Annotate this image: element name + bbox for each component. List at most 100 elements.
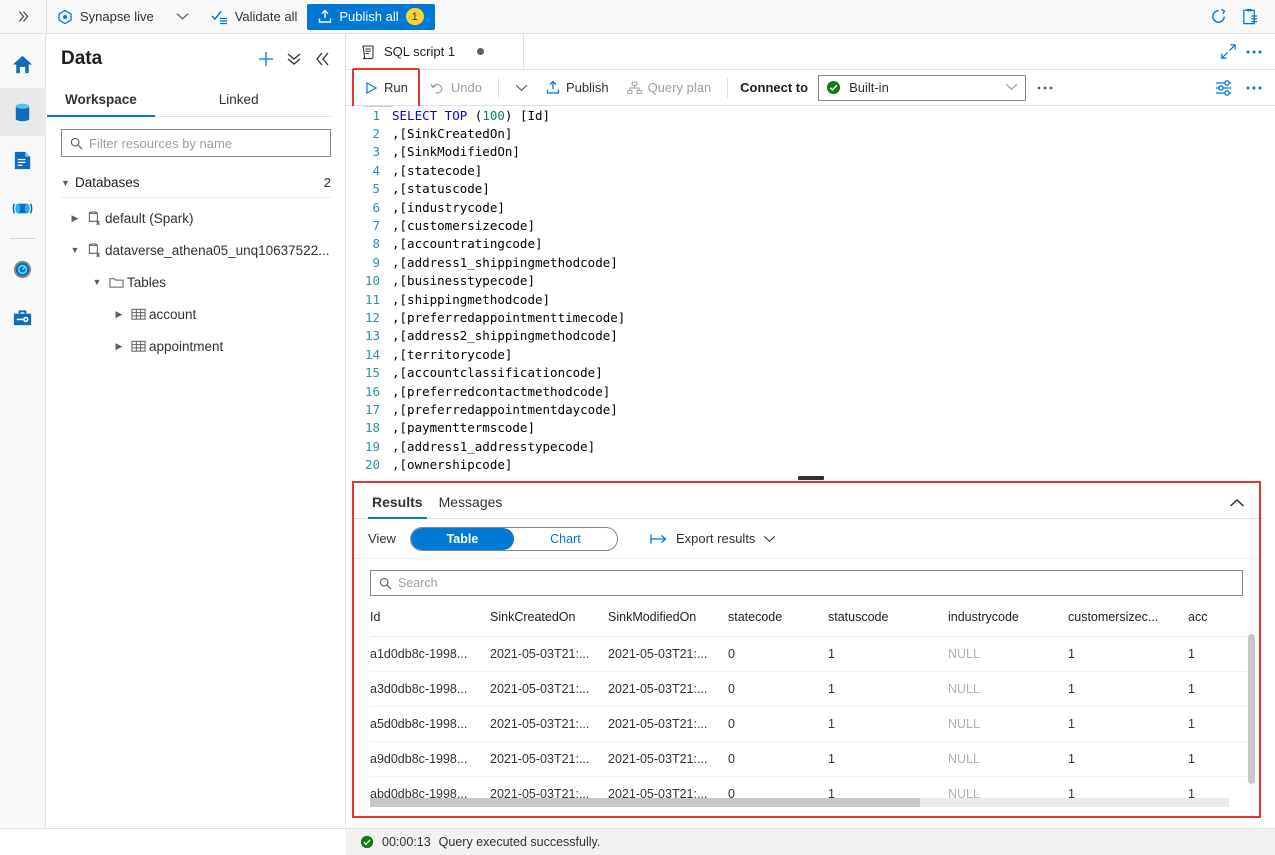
- rail-item-integrate[interactable]: [0, 184, 46, 232]
- resource-tree: ▶ default (Spark) ▼ dataverse_athena05_u…: [47, 202, 345, 362]
- divider: [497, 77, 499, 98]
- scrollbar-thumb[interactable]: [1248, 634, 1255, 784]
- validate-all-button[interactable]: Validate all: [201, 0, 308, 33]
- export-results-label: Export results: [675, 531, 756, 546]
- code-text: ,[preferredappointmenttimecode]: [392, 309, 626, 325]
- collapse-all-button[interactable]: [285, 50, 303, 68]
- chevron-right-icon[interactable]: ▶: [67, 213, 83, 224]
- publish-button[interactable]: Publish: [538, 74, 617, 102]
- column-header-sinkmodifiedon[interactable]: SinkModifiedOn: [608, 596, 728, 637]
- line-number: 15: [364, 365, 380, 381]
- table-row[interactable]: a9d0db8c-1998... 2021-05-03T21:... 2021-…: [370, 741, 1248, 777]
- filter-resources-input[interactable]: Filter resources by name: [61, 129, 331, 157]
- line-number: 9: [372, 254, 380, 270]
- chevron-down-icon: [176, 13, 189, 20]
- editor-overflow-button[interactable]: [1245, 85, 1263, 91]
- tree-item-dataverse-db[interactable]: ▼ dataverse_athena05_unq10637522...: [47, 234, 345, 266]
- code-line: 1 SELECT TOP (100) [Id]: [346, 106, 1275, 124]
- code-text: ,[statuscode]: [392, 181, 490, 197]
- column-header-accountratingcode[interactable]: acc: [1188, 596, 1248, 637]
- publish-all-button[interactable]: Publish all 1: [307, 3, 435, 30]
- undo-button[interactable]: Undo: [422, 74, 490, 102]
- column-header-statuscode[interactable]: statuscode: [828, 596, 948, 637]
- tree-item-table-appointment[interactable]: ▶ appointment: [47, 330, 345, 362]
- rail-item-home[interactable]: [0, 40, 46, 88]
- chevron-right-icon[interactable]: ▶: [111, 341, 127, 352]
- publish-button-label: Publish: [565, 80, 609, 95]
- undo-arrow-icon: [430, 81, 445, 95]
- chevron-up-icon: [1229, 498, 1245, 507]
- tab-linked[interactable]: Linked: [215, 84, 263, 116]
- code-line: 18 ,[paymenttermscode]: [346, 419, 1275, 437]
- synapse-live-chevron[interactable]: [164, 0, 201, 33]
- validate-icon: [211, 9, 228, 25]
- results-splitter[interactable]: [346, 474, 1275, 481]
- code-text: ,[customersizecode]: [392, 218, 535, 234]
- add-resource-button[interactable]: [257, 50, 275, 68]
- rail-item-data[interactable]: [0, 88, 46, 136]
- cell-id: a5d0db8c-1998...: [370, 706, 490, 742]
- chevron-down-icon: [1005, 82, 1018, 94]
- editor-settings-button[interactable]: [1215, 79, 1235, 97]
- table-row[interactable]: a3d0db8c-1998... 2021-05-03T21:... 2021-…: [370, 671, 1248, 707]
- scrollbar-thumb[interactable]: [370, 798, 920, 807]
- refresh-button[interactable]: [1203, 2, 1233, 32]
- tab-results[interactable]: Results: [364, 494, 431, 519]
- results-horizontal-scrollbar[interactable]: [370, 798, 1229, 807]
- tree-item-default-spark[interactable]: ▶ default (Spark): [47, 202, 345, 234]
- chevron-expanded-icon[interactable]: ▼: [89, 277, 105, 287]
- line-number: 7: [372, 218, 380, 234]
- run-button[interactable]: Run: [356, 74, 416, 102]
- sql-code-editor[interactable]: 1 SELECT TOP (100) [Id] 2 ,[SinkCreatedOn…: [346, 106, 1275, 474]
- rail-item-monitor[interactable]: [0, 245, 46, 293]
- results-search-input[interactable]: Search: [370, 570, 1243, 596]
- document-tab-strip: SQL script 1: [346, 34, 1275, 70]
- rail-item-develop[interactable]: [0, 136, 46, 184]
- splitter-grip[interactable]: [797, 476, 824, 480]
- left-navigation-rail: [0, 34, 46, 855]
- column-header-sinkcreatedon[interactable]: SinkCreatedOn: [490, 596, 608, 637]
- chevron-expanded-icon[interactable]: ▼: [67, 245, 83, 255]
- tab-linked-label: Linked: [218, 92, 259, 107]
- connect-to-dropdown[interactable]: Built-in: [818, 74, 1027, 101]
- synapse-live-selector[interactable]: Synapse live: [47, 0, 164, 33]
- results-vertical-scrollbar[interactable]: [1246, 634, 1257, 834]
- cell-statecode: 0: [728, 636, 828, 672]
- tab-more-button[interactable]: [1245, 49, 1263, 55]
- command-bar-more-button[interactable]: [1028, 74, 1062, 102]
- hide-pane-button[interactable]: [313, 50, 331, 68]
- table-row[interactable]: a5d0db8c-1998... 2021-05-03T21:... 2021-…: [370, 706, 1248, 742]
- cell-industrycode: NULL: [948, 741, 1068, 777]
- data-pane-header: Data: [47, 34, 345, 74]
- databases-group-header[interactable]: ▼ Databases 2: [61, 175, 331, 198]
- tab-workspace[interactable]: Workspace: [47, 84, 155, 117]
- tree-item-tables-folder[interactable]: ▼ Tables: [47, 266, 345, 298]
- chevron-right-icon[interactable]: ▶: [111, 309, 127, 320]
- collapse-results-button[interactable]: [1229, 496, 1259, 518]
- column-header-industrycode[interactable]: industrycode: [948, 596, 1068, 637]
- toolbox-icon: [13, 309, 32, 325]
- line-number: 2: [372, 126, 380, 142]
- column-header-customersizecode[interactable]: customersizec...: [1068, 596, 1188, 637]
- sliders-icon: [1216, 79, 1231, 96]
- query-plan-button[interactable]: Query plan: [619, 74, 720, 102]
- tab-messages[interactable]: Messages: [431, 494, 511, 518]
- view-mode-table[interactable]: Table: [410, 527, 514, 550]
- export-results-button[interactable]: Export results: [650, 531, 776, 546]
- undo-dropdown-button[interactable]: [507, 74, 536, 102]
- status-message: Query executed successfully.: [438, 835, 601, 849]
- feedback-button[interactable]: [1235, 2, 1265, 32]
- document-tab-sql-script-1[interactable]: SQL script 1: [346, 34, 524, 69]
- column-header-statecode[interactable]: statecode: [728, 596, 828, 637]
- maximize-editor-button[interactable]: [1220, 43, 1237, 60]
- column-header-id[interactable]: Id: [370, 596, 490, 637]
- view-mode-toggle[interactable]: Table Chart: [409, 526, 618, 551]
- rail-item-manage[interactable]: [0, 293, 46, 341]
- unsaved-changes-dot: [477, 48, 485, 55]
- view-mode-chart[interactable]: Chart: [514, 528, 617, 550]
- table-row[interactable]: a1d0db8c-1998... 2021-05-03T21:... 2021-…: [370, 636, 1248, 672]
- tree-item-table-account[interactable]: ▶ account: [47, 298, 345, 330]
- cell-sinkcreatedon: 2021-05-03T21:...: [490, 671, 608, 707]
- expand-nav-button[interactable]: [0, 0, 46, 33]
- code-text: ,[territorycode]: [392, 346, 513, 362]
